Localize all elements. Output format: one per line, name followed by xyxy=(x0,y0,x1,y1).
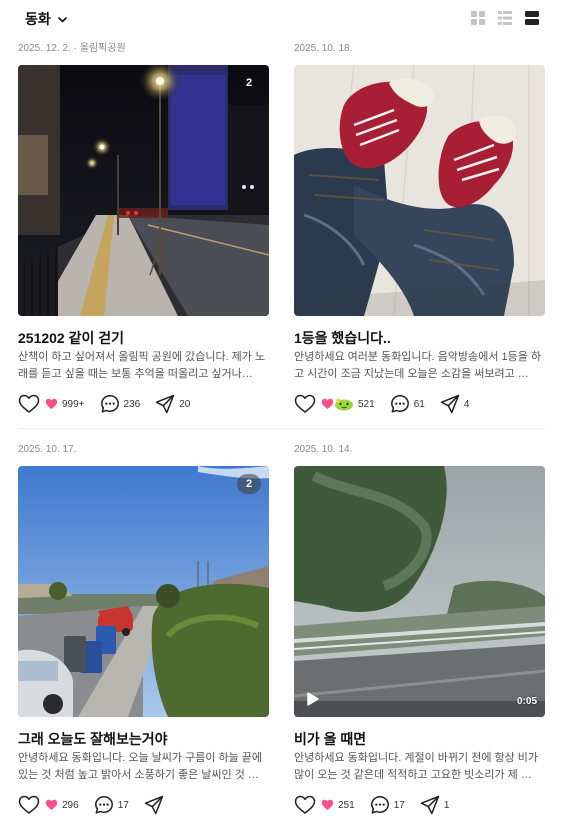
comment-button[interactable]: 17 xyxy=(94,795,129,815)
share-count: 4 xyxy=(463,398,470,410)
pink-heart-icon xyxy=(321,799,334,810)
heart-outline-icon xyxy=(18,394,40,413)
night-street-photo xyxy=(18,65,269,316)
row-divider xyxy=(18,428,545,429)
like-button[interactable] xyxy=(18,394,40,414)
post-actions: 521 61 4 xyxy=(294,393,545,415)
send-icon xyxy=(440,394,460,414)
post-thumbnail[interactable]: 2 xyxy=(18,65,269,316)
suburban-street-photo xyxy=(18,466,269,717)
post-meta: 2025. 10. 17. xyxy=(18,444,77,455)
comment-icon xyxy=(94,796,113,814)
feed-icon[interactable] xyxy=(525,11,539,25)
post-card[interactable]: 2025. 10. 14. 0:05 비가 올 때면 안녕하세요 동화입니다. … xyxy=(294,441,545,816)
post-thumbnail[interactable]: 0:05 xyxy=(294,466,545,717)
comment-button[interactable]: 61 xyxy=(390,394,425,414)
video-duration: 0:05 xyxy=(516,696,537,707)
share-count: 1 xyxy=(443,799,450,811)
heart-outline-icon xyxy=(294,394,316,413)
post-title[interactable]: 251202 같이 걷기 xyxy=(18,328,269,348)
post-meta: 2025. 10. 14. xyxy=(294,444,353,455)
like-button[interactable] xyxy=(18,795,40,815)
comment-icon xyxy=(370,796,389,814)
comment-count: 17 xyxy=(393,799,405,811)
heart-outline-icon xyxy=(18,795,40,814)
comment-icon xyxy=(390,395,409,413)
share-button[interactable]: 4 xyxy=(440,394,470,414)
like-count: 251 xyxy=(338,799,355,811)
post-card[interactable]: 2025. 12. 2. · 올림픽공원 2 251202 같이 걷기 산책이 … xyxy=(18,40,269,415)
reaction-summary[interactable]: 251 xyxy=(321,799,355,811)
pink-heart-icon xyxy=(45,398,58,409)
send-icon xyxy=(420,795,440,815)
pink-heart-icon xyxy=(321,398,334,409)
post-card[interactable]: 2025. 10. 17. 2 그래 오늘도 잘해보는거야 안녕하세요 동화입니… xyxy=(18,441,269,816)
view-toggle xyxy=(471,11,539,25)
post-title[interactable]: 1등을 했습니다.. xyxy=(294,328,545,348)
share-button[interactable]: 20 xyxy=(155,394,190,414)
play-icon[interactable] xyxy=(303,690,321,708)
post-card[interactable]: 2025. 10. 18. 1등을 했습니다.. 안녕하세요 여러분 동화입니다… xyxy=(294,40,545,415)
post-excerpt[interactable]: 안녕하세요 여러분 동화입니다. 음악방송에서 1등을 하고 시간이 조금 지났… xyxy=(294,349,545,383)
reaction-summary[interactable]: 999+ xyxy=(45,398,85,410)
post-meta: 2025. 12. 2. · 올림픽공원 xyxy=(18,43,126,54)
like-button[interactable] xyxy=(294,795,316,815)
image-count-badge: 2 xyxy=(237,474,261,494)
share-button[interactable] xyxy=(144,795,164,815)
post-excerpt[interactable]: 안녕하세요 동화입니다. 계절이 바뀌기 전에 항상 비가 많이 오는 것 같은… xyxy=(294,750,545,784)
send-icon xyxy=(144,795,164,815)
post-actions: 251 17 1 xyxy=(294,794,545,816)
post-thumbnail[interactable]: 2 xyxy=(18,466,269,717)
rainy-window-video xyxy=(294,466,545,717)
filter-label: 동화 xyxy=(25,11,51,27)
share-count: 20 xyxy=(179,398,191,410)
post-title[interactable]: 비가 올 때면 xyxy=(294,729,545,749)
comment-button[interactable]: 17 xyxy=(370,795,405,815)
like-button[interactable] xyxy=(294,394,316,414)
reaction-summary[interactable]: 521 xyxy=(321,398,375,411)
post-meta: 2025. 10. 18. xyxy=(294,43,353,54)
post-actions: 296 17 xyxy=(18,794,269,816)
filter-dropdown[interactable]: 동화 xyxy=(25,9,68,29)
sticker-reaction-icon xyxy=(335,398,353,410)
post-thumbnail[interactable] xyxy=(294,65,545,316)
comment-icon xyxy=(100,395,119,413)
reaction-summary[interactable]: 296 xyxy=(45,799,79,811)
image-count-badge: 2 xyxy=(245,77,253,89)
send-icon xyxy=(155,394,175,414)
comment-button[interactable]: 236 xyxy=(100,394,141,414)
like-count: 521 xyxy=(358,398,375,410)
grid-icon[interactable] xyxy=(471,11,485,25)
list-compact-icon[interactable] xyxy=(498,11,512,25)
post-actions: 999+ 236 20 xyxy=(18,393,269,415)
like-count: 999+ xyxy=(62,398,85,410)
top-bar: 동화 xyxy=(0,0,577,40)
like-count: 296 xyxy=(62,799,79,811)
comment-count: 236 xyxy=(123,398,141,410)
share-button[interactable]: 1 xyxy=(420,795,450,815)
post-excerpt[interactable]: 안녕하세요 동화입니다. 오늘 날씨가 구름이 하늘 끝에 있는 것 처럼 높고… xyxy=(18,750,269,784)
post-excerpt[interactable]: 산책이 하고 싶어져서 올림픽 공원에 갔습니다. 제가 노래를 듣고 싶을 때… xyxy=(18,349,269,383)
pink-heart-icon xyxy=(45,799,58,810)
post-title[interactable]: 그래 오늘도 잘해보는거야 xyxy=(18,729,269,749)
chevron-down-icon xyxy=(57,14,68,25)
comment-count: 17 xyxy=(117,799,129,811)
sneakers-photo xyxy=(294,65,545,316)
comment-count: 61 xyxy=(413,398,425,410)
heart-outline-icon xyxy=(294,795,316,814)
